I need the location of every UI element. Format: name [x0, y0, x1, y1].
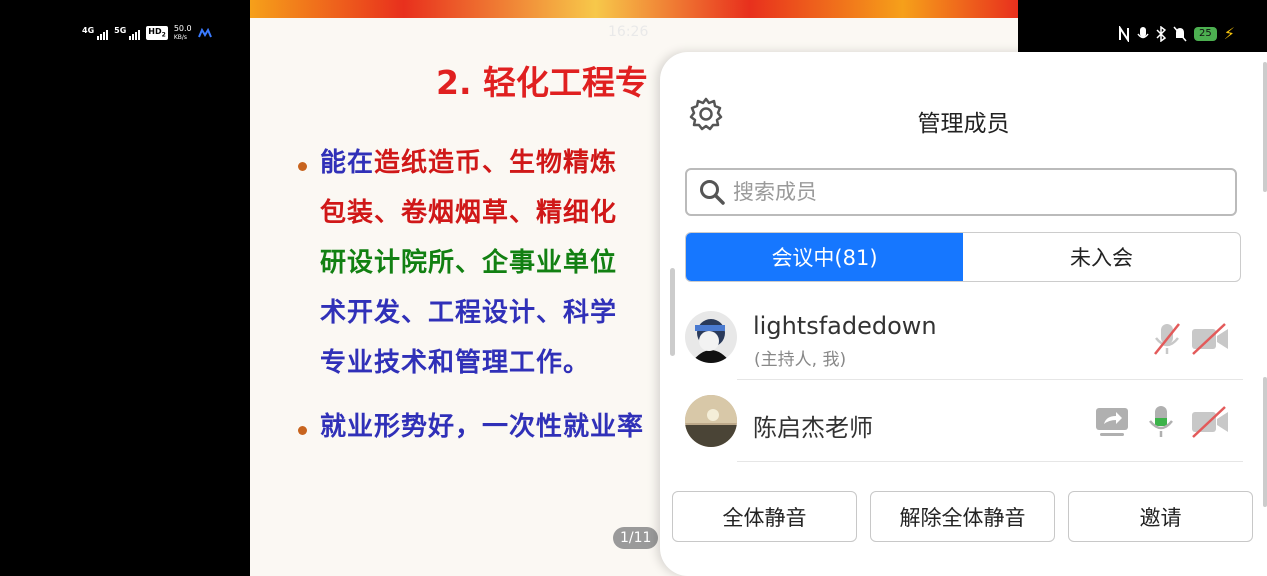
manage-members-panel: 管理成员 会议中(81) 未入会 lightsfadedown (主持人, 我) [660, 52, 1267, 576]
panel-title: 管理成员 [917, 111, 1010, 137]
mic-muted-icon[interactable] [1147, 321, 1187, 357]
bullet-point [298, 426, 307, 435]
screen-share-icon[interactable] [1092, 404, 1132, 440]
camera-off-icon[interactable] [1190, 321, 1230, 357]
search-input[interactable] [731, 179, 1215, 205]
status-bar-right: 25 ⚡ [1118, 24, 1235, 43]
signal-4g-icon: 4G [82, 26, 109, 40]
slide-title: 2. 轻化工程专 [436, 63, 648, 102]
member-row[interactable]: lightsfadedown (主持人, 我) [685, 300, 1243, 380]
status-bar-left: 4G 5G HD2 50.0 KB/s [82, 24, 212, 42]
invite-button[interactable]: 邀请 [1068, 491, 1253, 542]
mute-all-button[interactable]: 全体静音 [672, 491, 857, 542]
slide-paragraph-2: 就业形势好，一次性就业率 [320, 412, 645, 442]
signal-5g-icon: 5G [114, 26, 141, 40]
slide-banner [250, 0, 1018, 18]
network-speed: 50.0 KB/s [173, 24, 192, 41]
charging-icon: ⚡ [1223, 24, 1235, 43]
battery-indicator: 25 [1194, 26, 1217, 41]
search-box[interactable] [685, 168, 1237, 216]
camera-off-icon[interactable] [1190, 404, 1230, 440]
avatar [685, 395, 737, 447]
bullet-point [298, 162, 307, 171]
scrollbar[interactable] [1263, 377, 1267, 507]
slide-paragraph-1: 能在造纸造币、生物精炼 包装、卷烟烟草、精细化 研设计院所、企事业单位 术开发、… [320, 148, 618, 378]
row-divider [737, 379, 1243, 380]
member-name: 陈启杰老师 [753, 414, 873, 442]
search-icon [700, 180, 725, 205]
hd-voice-icon: HD2 [146, 26, 168, 40]
tab-in-meeting[interactable]: 会议中(81) [686, 233, 963, 281]
microphone-icon [1137, 26, 1149, 38]
bluetooth-icon [1156, 25, 1167, 42]
member-name: lightsfadedown [753, 312, 937, 340]
app-notification-icon [197, 28, 212, 38]
mic-active-icon[interactable] [1141, 404, 1181, 440]
nfc-icon [1119, 25, 1130, 42]
unmute-all-button[interactable]: 解除全体静音 [870, 491, 1055, 542]
tab-not-joined[interactable]: 未入会 [963, 233, 1240, 281]
member-role: (主持人, 我) [754, 350, 847, 370]
status-clock: 16:26 [608, 24, 649, 40]
page-indicator: 1/11 [613, 527, 659, 549]
avatar [685, 311, 737, 363]
panel-drag-handle[interactable] [670, 268, 675, 356]
member-tabs: 会议中(81) 未入会 [685, 232, 1241, 282]
member-row[interactable]: 陈启杰老师 [685, 382, 1243, 462]
row-divider [737, 461, 1243, 462]
bell-muted-icon [1173, 26, 1187, 41]
